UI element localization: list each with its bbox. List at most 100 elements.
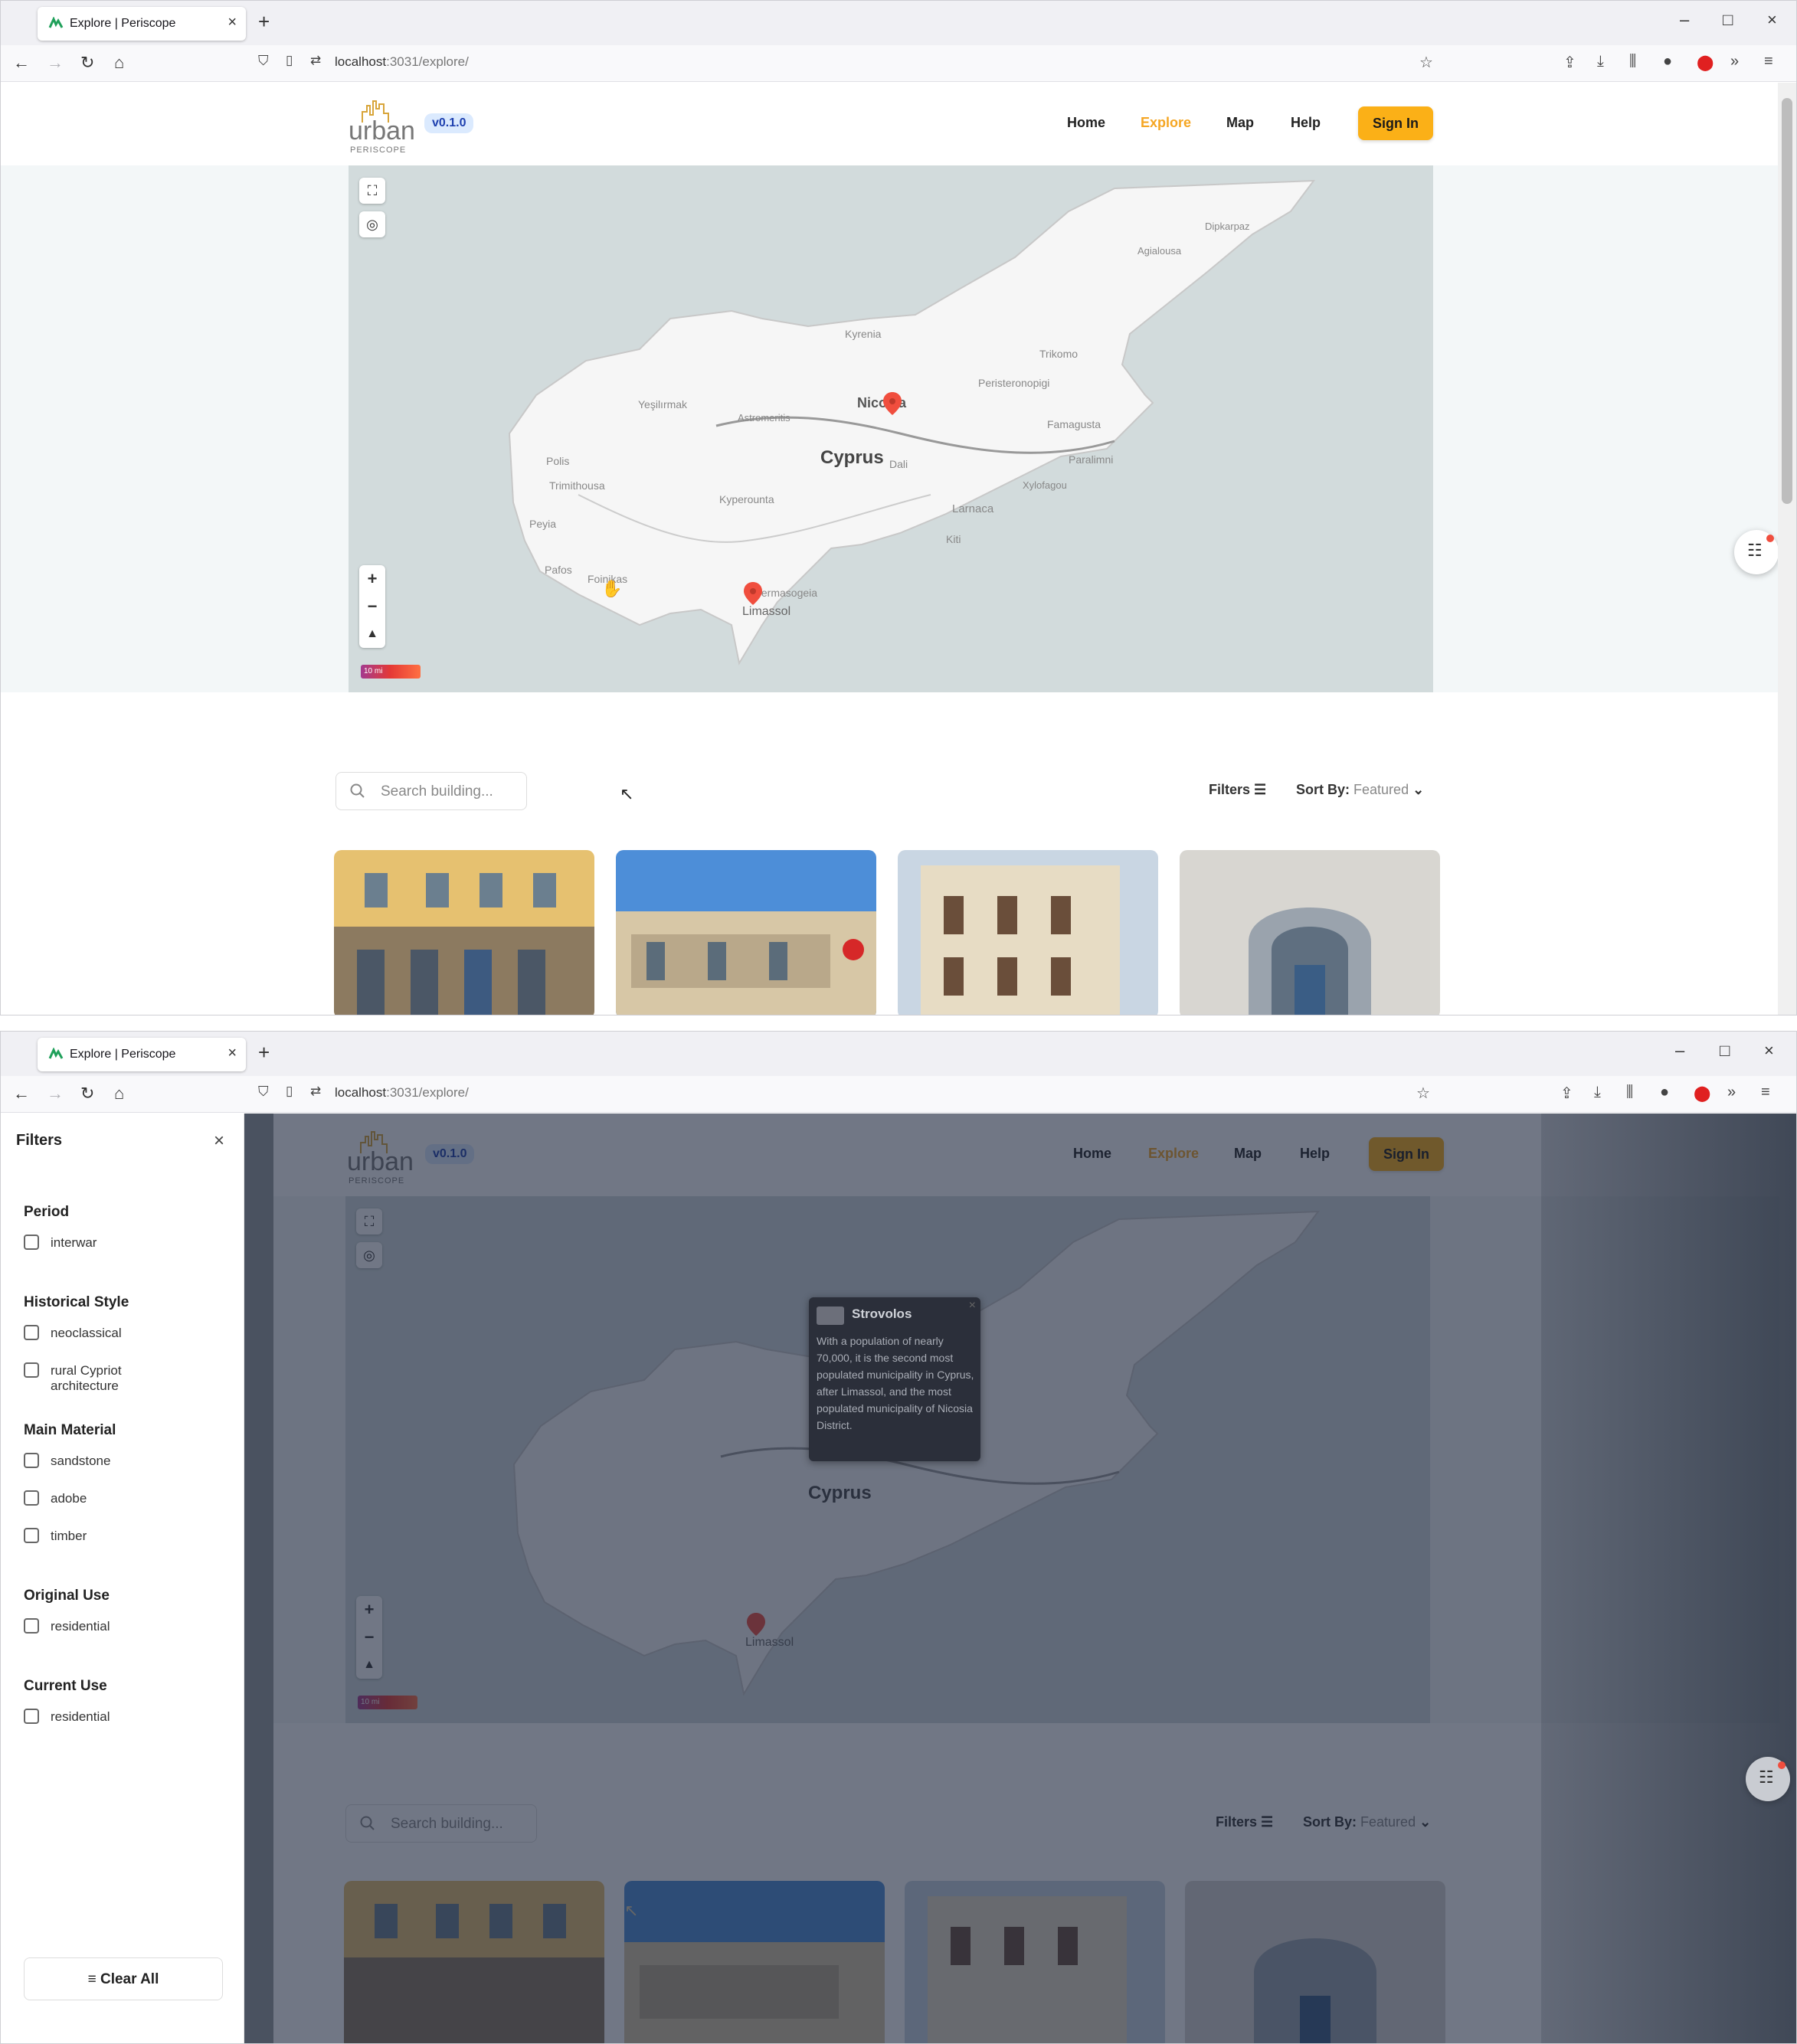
checkbox[interactable] (24, 1235, 39, 1250)
filter-option-label: timber (51, 1529, 87, 1543)
building-card[interactable] (898, 850, 1158, 1015)
map-canvas[interactable]: ⛶ ◎ + − ▲ 10 mi Cyprus Dipkarpaz Agialou… (349, 165, 1433, 692)
search-input[interactable] (381, 782, 519, 802)
filter-lines-icon: ☰ (1254, 782, 1267, 797)
home-icon[interactable]: ⌂ (114, 53, 124, 73)
filters-button[interactable]: Filters ☰ (1209, 782, 1266, 798)
shield-icon[interactable]: ⛉ (258, 53, 269, 69)
download-icon[interactable]: ⤓ (1597, 53, 1604, 70)
map-place-label: Dali (889, 458, 908, 470)
filter-option[interactable]: adobe (24, 1490, 116, 1528)
nav-help[interactable]: Help (1291, 115, 1321, 131)
page-icon[interactable]: ▯ (286, 1084, 293, 1099)
compass-icon[interactable]: ▲ (359, 620, 385, 648)
account-icon[interactable]: ● (1663, 53, 1672, 70)
close-window-icon[interactable]: × (1764, 1041, 1774, 1061)
new-tab-icon[interactable]: + (258, 1041, 270, 1065)
bookmark-star-icon[interactable]: ☆ (1416, 1084, 1430, 1103)
clear-all-button[interactable]: ≡ Clear All (24, 1957, 223, 2000)
nav-explore[interactable]: Explore (1141, 115, 1191, 131)
page-icon[interactable]: ▯ (286, 53, 293, 68)
map-place-label: Kiti (946, 533, 961, 545)
back-icon[interactable]: ← (13, 1084, 30, 1104)
zoom-out-button[interactable]: − (359, 593, 385, 620)
checkbox[interactable] (24, 1528, 39, 1543)
new-tab-icon[interactable]: + (258, 10, 270, 34)
filter-option[interactable]: residential (24, 1709, 110, 1746)
library-icon[interactable]: ⫼ (1626, 1084, 1633, 1101)
url-bar[interactable]: localhost:3031/explore/ (335, 54, 469, 70)
sort-dropdown[interactable]: Sort By: Featured ⌄ (1296, 782, 1424, 798)
extension-icon[interactable]: ⬤ (1697, 53, 1714, 72)
site-logo[interactable]: urban PERISCOPE (349, 98, 417, 155)
geolocate-icon[interactable]: ◎ (359, 211, 385, 237)
map-marker-icon[interactable] (744, 582, 762, 605)
building-card[interactable] (334, 850, 594, 1015)
download-icon[interactable]: ⤓ (1594, 1084, 1601, 1101)
building-card[interactable] (1180, 850, 1440, 1015)
permissions-icon[interactable]: ⇄ (310, 1084, 321, 1099)
checkbox[interactable] (24, 1618, 39, 1634)
minimize-icon[interactable]: – (1675, 1041, 1684, 1061)
checkbox[interactable] (24, 1325, 39, 1340)
checkbox[interactable] (24, 1453, 39, 1468)
shield-icon[interactable]: ⛉ (258, 1084, 269, 1100)
library-icon[interactable]: ⫼ (1629, 53, 1636, 70)
map-marker-icon[interactable] (883, 392, 902, 415)
maximize-icon[interactable]: □ (1720, 1041, 1730, 1061)
fullscreen-icon[interactable]: ⛶ (359, 178, 385, 204)
close-tab-icon[interactable]: × (227, 14, 237, 31)
search-box[interactable] (336, 772, 527, 810)
browser-tab[interactable]: Explore | Periscope × (38, 1038, 246, 1071)
filter-option[interactable]: rural Cypriot architecture (24, 1362, 129, 1400)
browser-tab[interactable]: Explore | Periscope × (38, 7, 246, 41)
filter-fab-button[interactable]: ☷ (1746, 1757, 1790, 1801)
extension-icon[interactable]: ⬤ (1694, 1084, 1710, 1103)
permissions-icon[interactable]: ⇄ (310, 53, 321, 68)
checkbox[interactable] (24, 1362, 39, 1378)
notification-dot (1778, 1761, 1786, 1769)
nav-map[interactable]: Map (1226, 115, 1254, 131)
filter-option[interactable]: sandstone (24, 1453, 116, 1490)
logo-subtext: PERISCOPE (350, 146, 407, 155)
back-icon[interactable]: ← (13, 53, 30, 73)
sort-label: Sort By: (1296, 782, 1350, 797)
nav-toolbar: ← → ↻ ⌂ ⛉ ▯ ⇄ localhost:3031/explore/ ☆ … (1, 45, 1796, 82)
share-icon[interactable]: ⇪ (1560, 1084, 1573, 1103)
building-card[interactable] (616, 850, 876, 1015)
maximize-icon[interactable]: □ (1723, 10, 1733, 30)
menu-icon[interactable]: ≡ (1761, 1084, 1770, 1101)
checkbox[interactable] (24, 1490, 39, 1506)
nav-home[interactable]: Home (1067, 115, 1105, 131)
menu-icon[interactable]: ≡ (1764, 53, 1773, 70)
close-tab-icon[interactable]: × (227, 1045, 237, 1062)
share-icon[interactable]: ⇪ (1563, 53, 1576, 72)
filter-option[interactable]: interwar (24, 1235, 97, 1272)
sign-in-button[interactable]: Sign In (1358, 106, 1433, 140)
minimize-icon[interactable]: – (1680, 10, 1689, 30)
overflow-chevron-icon[interactable]: » (1727, 1084, 1736, 1101)
map-place-label: Xylofagou (1023, 479, 1067, 491)
filter-option[interactable]: timber (24, 1528, 116, 1565)
url-bar[interactable]: localhost:3031/explore/ (335, 1085, 469, 1100)
home-icon[interactable]: ⌂ (114, 1084, 124, 1104)
filter-option[interactable]: neoclassical (24, 1325, 129, 1362)
building-photo (1180, 850, 1440, 1015)
overflow-chevron-icon[interactable]: » (1730, 53, 1739, 70)
filters-label: Filters (1209, 782, 1251, 797)
close-drawer-icon[interactable]: × (214, 1130, 224, 1152)
scrollbar-thumb[interactable] (1782, 98, 1792, 504)
checkbox[interactable] (24, 1709, 39, 1724)
bookmark-star-icon[interactable]: ☆ (1419, 53, 1433, 72)
reload-icon[interactable]: ↻ (80, 1084, 94, 1104)
filter-option[interactable]: residential (24, 1618, 110, 1656)
account-icon[interactable]: ● (1660, 1084, 1669, 1101)
forward-icon[interactable]: → (47, 53, 64, 73)
zoom-in-button[interactable]: + (359, 565, 385, 593)
forward-icon[interactable]: → (47, 1084, 64, 1104)
scrollbar[interactable] (1778, 83, 1796, 1015)
reload-icon[interactable]: ↻ (80, 53, 94, 73)
close-window-icon[interactable]: × (1767, 10, 1777, 30)
filter-fab-button[interactable]: ☷ (1734, 530, 1779, 574)
popup-close-icon[interactable]: × (969, 1299, 976, 1313)
